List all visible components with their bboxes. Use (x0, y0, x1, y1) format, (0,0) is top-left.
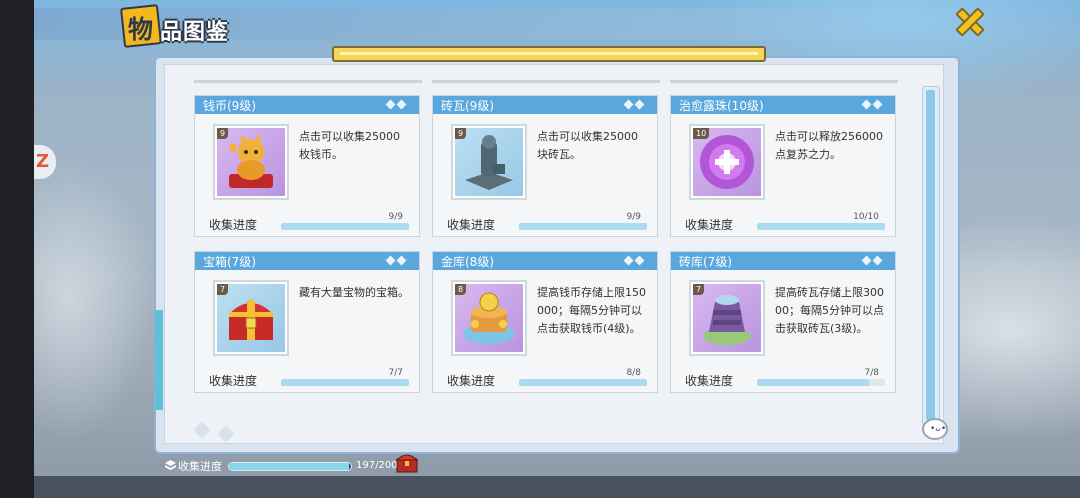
item-description: 点击可以收集25000块砖瓦。 (537, 130, 638, 161)
item-icon-frame: 9 (451, 124, 527, 200)
item-card[interactable]: 宝箱(7级) 7 藏有大量宝物的宝箱。 收集进度 7/7 (194, 251, 420, 393)
page-title: 品图鉴 (160, 20, 230, 45)
screen-edge (0, 0, 34, 498)
progress-fill (519, 379, 647, 386)
collection-icon (165, 460, 176, 470)
item-card[interactable]: 砖库(7级) 7 提高砖瓦存储上限30000；每隔5分钟可以点击获取砖瓦(3级)… (670, 251, 896, 393)
item-card[interactable]: 治愈露珠(10级) 10 点击可以释放256000点复苏之力。 收集进度 10/… (670, 95, 896, 237)
level-tag: 9 (455, 128, 467, 139)
item-icon-bg (693, 284, 761, 352)
total-progress-fill (229, 463, 350, 470)
total-progress-label: 收集进度 (178, 460, 222, 473)
progress-count: 7/7 (388, 368, 403, 378)
level-tag: 10 (693, 128, 710, 139)
item-icon-frame: 7 (213, 280, 289, 356)
item-name: 钱币(9级) (203, 99, 256, 113)
total-progress-bar (228, 462, 352, 471)
card-header: 砖库(7级) (671, 252, 895, 270)
item-description: 点击可以收集25000枚钱币。 (299, 130, 400, 161)
gold-vault-icon (463, 292, 515, 344)
level-tag: 8 (455, 284, 467, 295)
item-icon-frame: 9 (213, 124, 289, 200)
progress-count: 9/9 (388, 212, 403, 222)
column-divider (194, 80, 422, 83)
item-description: 提高钱币存储上限150000；每隔5分钟可以点击获取钱币(4级)。 (537, 286, 646, 335)
progress-label: 收集进度 (447, 374, 496, 388)
item-icon-frame: 8 (451, 280, 527, 356)
reward-chest-icon[interactable] (394, 450, 420, 474)
progress-bar (519, 379, 647, 386)
progress-label: 收集进度 (209, 374, 258, 388)
progress-bar (281, 379, 409, 386)
level-tag: 7 (693, 284, 705, 295)
progress-fill (757, 379, 869, 386)
close-button[interactable] (950, 2, 990, 42)
brick-vault-icon (703, 295, 751, 345)
item-description: 藏有大量宝物的宝箱。 (299, 286, 409, 299)
progress-fill (281, 379, 409, 386)
card-header: 宝箱(7级) (195, 252, 419, 270)
page-title-first-char: 物 (128, 15, 154, 44)
item-card[interactable]: 金库(8级) 8 提高钱币存储上限150000；每隔5分钟可以点击获取钱币(4级… (432, 251, 658, 393)
column-divider (432, 80, 660, 83)
diamond-icon (861, 99, 885, 110)
diamond-icon (623, 255, 647, 266)
progress-count: 9/9 (626, 212, 641, 222)
item-description: 点击可以释放256000点复苏之力。 (775, 130, 883, 161)
progress-fill (519, 223, 647, 230)
item-description: 提高砖瓦存储上限30000；每隔5分钟可以点击获取砖瓦(3级)。 (775, 286, 884, 335)
progress-label: 收集进度 (447, 218, 496, 232)
card-header: 金库(8级) (433, 252, 657, 270)
diamond-icon (385, 99, 409, 110)
item-card[interactable]: 砖瓦(9级) 9 点击可以收集25000块砖瓦。 收集进度 9/9 (432, 95, 658, 237)
bottom-bar (34, 476, 1080, 498)
item-name: 金库(8级) (441, 255, 494, 269)
item-name: 治愈露珠(10级) (679, 99, 764, 113)
item-name: 宝箱(7级) (203, 255, 256, 269)
level-tag: 9 (217, 128, 229, 139)
panel-left-accent (155, 310, 163, 410)
progress-bar (281, 223, 409, 230)
progress-label: 收集进度 (209, 218, 258, 232)
progress-count: 8/8 (626, 368, 641, 378)
column-divider (670, 80, 898, 83)
item-card[interactable]: 钱币(9级) 9 点击可以收集25000枚钱币。 收集进度 9/9 (194, 95, 420, 237)
lucky-cat-icon (229, 134, 273, 188)
card-header: 钱币(9级) (195, 96, 419, 114)
total-progress-count: 197/200 (356, 460, 398, 471)
progress-bar (757, 223, 885, 230)
progress-count: 7/8 (864, 368, 879, 378)
progress-bar (519, 223, 647, 230)
item-icon-frame: 7 (689, 280, 765, 356)
progress-label: 收集进度 (685, 218, 734, 232)
diamond-icon (385, 255, 409, 266)
face-icon: •ᴗ• (930, 424, 947, 434)
card-header: 砖瓦(9级) (433, 96, 657, 114)
mascot-button[interactable]: •ᴗ• (922, 418, 948, 440)
stone-statue-icon (465, 135, 513, 190)
scrollbar-thumb[interactable] (926, 90, 935, 420)
item-icon-bg (455, 128, 523, 196)
progress-fill (757, 223, 885, 230)
side-tab-icon: Z (36, 151, 50, 172)
diamond-icon (623, 99, 647, 110)
item-name: 砖库(7级) (679, 255, 732, 269)
panel-top-rail (332, 46, 766, 62)
card-header: 治愈露珠(10级) (671, 96, 895, 114)
item-name: 砖瓦(9级) (441, 99, 494, 113)
item-icon-bg (455, 284, 523, 352)
progress-fill (281, 223, 409, 230)
treasure-chest-icon (229, 300, 273, 340)
progress-label: 收集进度 (685, 374, 734, 388)
item-icon-bg (217, 128, 285, 196)
progress-bar (757, 379, 885, 386)
item-icon-bg (217, 284, 285, 352)
diamond-icon (861, 255, 885, 266)
item-icon-frame: 10 (689, 124, 765, 200)
progress-count: 10/10 (853, 212, 879, 222)
level-tag: 7 (217, 284, 229, 295)
